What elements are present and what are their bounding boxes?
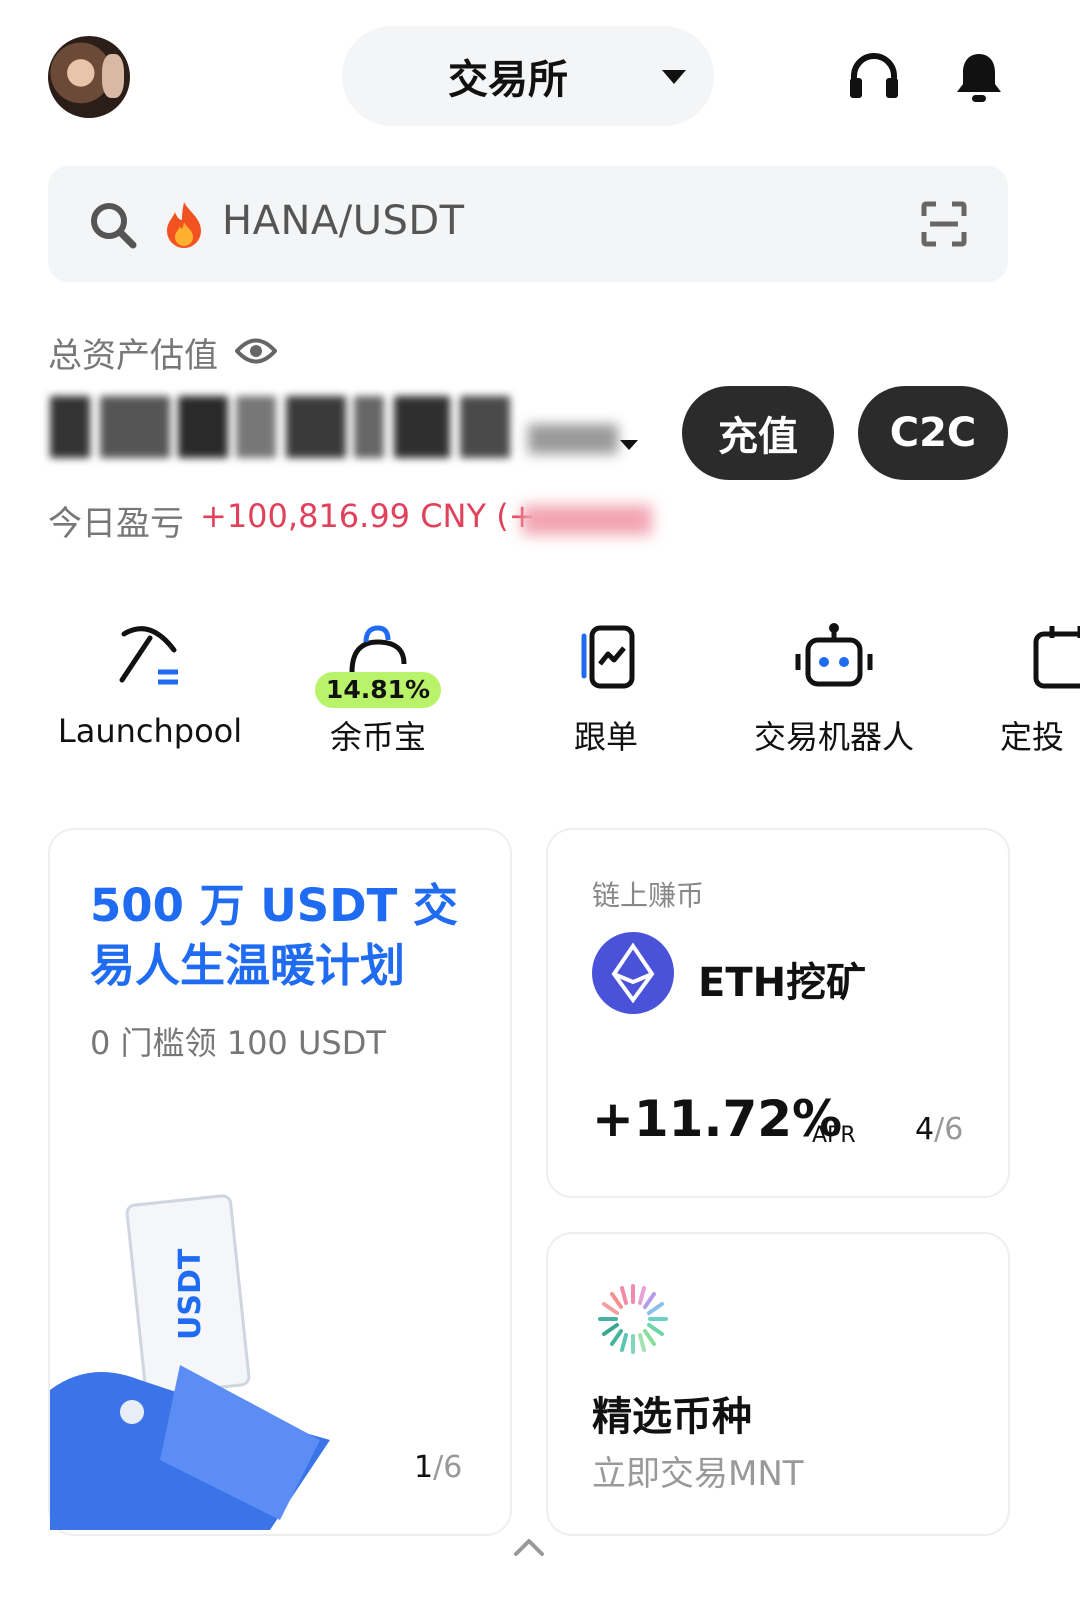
quick-action-label: 交易机器人	[753, 718, 914, 756]
usdt-wallet-illustration: USDT	[50, 1194, 330, 1530]
quick-action-label: 跟单	[573, 718, 638, 756]
pager-current: 4	[915, 1112, 935, 1147]
mining-rate: +11.72%	[592, 1090, 843, 1148]
quick-action-trading-bot[interactable]: 交易机器人	[734, 620, 934, 758]
pickaxe-icon	[119, 626, 178, 685]
featured-coin-subtitle[interactable]: 立即交易MNT	[592, 1446, 804, 1495]
quick-action-label: 余币宝	[329, 718, 426, 756]
quick-action-label: 定投	[1000, 718, 1065, 756]
mode-switcher[interactable]: 交易所	[342, 26, 714, 126]
caret-down-icon	[662, 70, 686, 84]
fire-icon	[167, 202, 201, 248]
calendar-icon	[1033, 626, 1080, 689]
chevron-up-icon[interactable]	[512, 1536, 546, 1558]
pnl-percent-obscured	[522, 505, 652, 535]
scan-icon[interactable]	[920, 200, 968, 248]
mining-title: ETH挖矿	[698, 960, 867, 1006]
promo-title: 500 万 USDT 交易人生温暖计划	[90, 879, 458, 992]
mining-category: 链上赚币	[592, 879, 705, 912]
currency-unit-obscured	[528, 424, 618, 454]
pager-total: /6	[934, 1112, 964, 1147]
headset-icon[interactable]	[848, 50, 900, 102]
copy-trade-icon	[581, 625, 635, 689]
deposit-button[interactable]: 充值	[682, 386, 834, 480]
total-assets-label: 总资产估值	[48, 336, 218, 376]
quick-action-copy-trade[interactable]: 跟单	[506, 620, 706, 758]
quick-action-label: Launchpool	[57, 712, 243, 750]
featured-coin-title: 精选币种	[592, 1394, 752, 1440]
caret-down-icon[interactable]	[620, 440, 638, 450]
c2c-button[interactable]: C2C	[858, 386, 1008, 480]
usdt-card-text: USDT	[173, 1248, 208, 1340]
ethereum-icon	[592, 932, 674, 1014]
pnl-value: +100,816.99 CNY (+	[200, 497, 536, 535]
robot-icon	[795, 623, 873, 687]
mnt-logo-icon	[598, 1284, 668, 1354]
mode-label: 交易所	[448, 57, 568, 103]
quick-action-auto-invest[interactable]: 定投	[962, 620, 1080, 758]
apr-badge: 14.81%	[315, 672, 441, 708]
pager-total: /6	[433, 1450, 463, 1485]
mining-rate-unit: APR	[812, 1123, 856, 1148]
mining-pager: 4/6	[915, 1112, 963, 1147]
promo-pager: 1/6	[414, 1450, 462, 1485]
eye-icon[interactable]	[235, 336, 277, 366]
bell-icon[interactable]	[954, 50, 1004, 104]
promo-subtitle: 0 门槛领 100 USDT	[90, 1024, 386, 1062]
search-icon	[91, 203, 137, 249]
search-input[interactable]: HANA/USDT	[222, 198, 465, 244]
avatar[interactable]	[48, 36, 130, 118]
pnl-label: 今日盈亏	[48, 504, 184, 544]
pager-current: 1	[414, 1450, 434, 1485]
quick-action-launchpool[interactable]: Launchpool	[50, 620, 250, 750]
